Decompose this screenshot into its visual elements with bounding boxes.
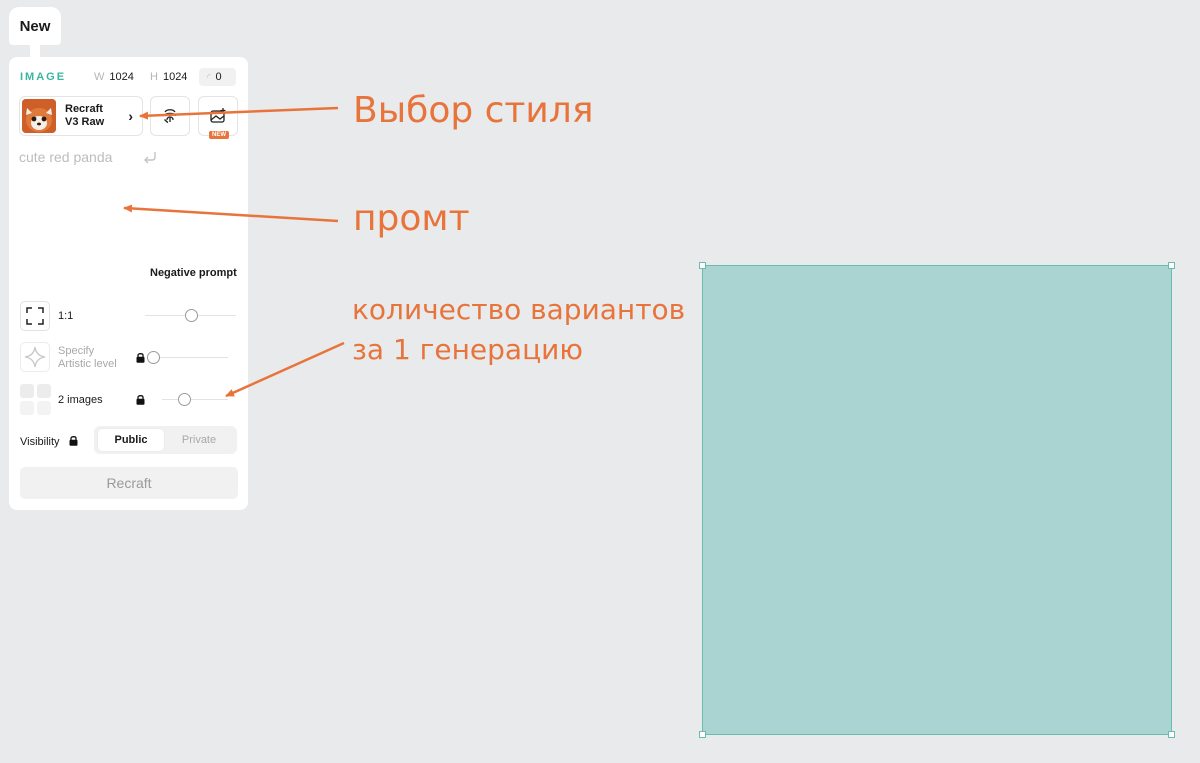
arrow-prompt [123,204,339,223]
arrow-variants [225,341,345,398]
resize-handle-top-right[interactable] [1168,262,1175,269]
resize-handle-bottom-right[interactable] [1168,731,1175,738]
resize-handle-bottom-left[interactable] [699,731,706,738]
arrow-style [139,106,339,120]
resize-handle-top-left[interactable] [699,262,706,269]
canvas-frame[interactable] [702,265,1172,735]
